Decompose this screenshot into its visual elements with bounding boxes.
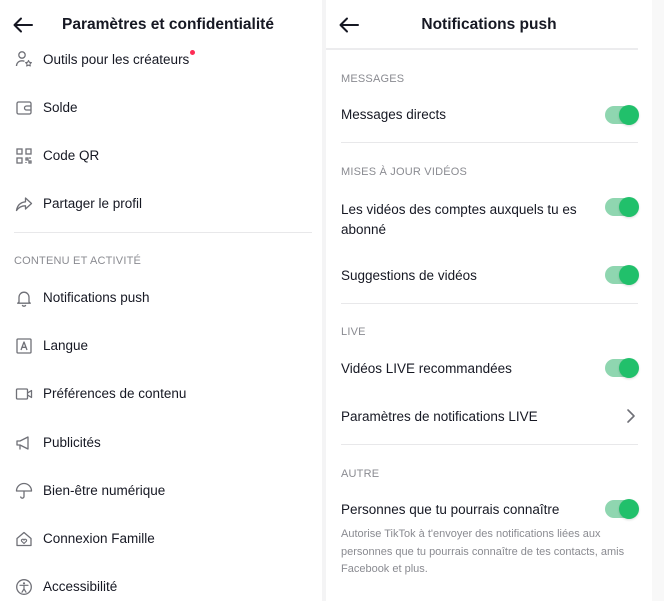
video-camera-icon	[14, 384, 34, 404]
setting-description: Autorise TikTok à t'envoyer des notifica…	[341, 528, 625, 575]
menu-item-label: Notifications push	[43, 290, 150, 305]
menu-item-label: Bien-être numérique	[43, 483, 166, 498]
qr-code-icon	[14, 146, 34, 166]
chevron-right-icon[interactable]	[624, 406, 638, 426]
toggle-knob	[619, 265, 639, 285]
page-title: Notifications push	[421, 15, 557, 33]
divider	[341, 444, 638, 445]
setting-label-video-suggestions: Suggestions de vidéos	[341, 268, 477, 283]
section-header-content-activity: CONTENU ET ACTIVITÉ	[14, 255, 142, 267]
page-title: Paramètres et confidentialité	[62, 15, 274, 33]
menu-item-accessibility[interactable]: Accessibilité	[0, 576, 322, 598]
push-notifications-panel: Notifications push MESSAGES Messages dir…	[326, 0, 652, 601]
menu-item-label: Solde	[43, 100, 78, 115]
back-arrow-icon[interactable]	[336, 12, 362, 38]
live-recommended-toggle[interactable]	[605, 358, 639, 378]
followed-videos-toggle[interactable]	[605, 197, 639, 217]
toggle-knob	[619, 105, 639, 125]
setting-label-direct-messages: Messages directs	[341, 107, 447, 122]
menu-item-qr-code[interactable]: Code QR	[0, 145, 322, 167]
share-icon	[14, 194, 34, 214]
umbrella-icon	[14, 481, 34, 501]
toggle-knob	[619, 197, 639, 217]
setting-label-live-recommended: Vidéos LIVE recommandées	[341, 361, 512, 376]
section-header-video-updates: MISES À JOUR VIDÉOS	[341, 166, 468, 178]
settings-privacy-panel: Paramètres et confidentialité Outils pou…	[0, 0, 322, 601]
notification-dot	[190, 50, 195, 55]
menu-item-label: Partager le profil	[43, 196, 143, 211]
people-you-may-know-toggle[interactable]	[605, 499, 639, 519]
back-arrow-icon[interactable]	[10, 12, 36, 38]
menu-item-label: Outils pour les créateurs	[43, 52, 190, 67]
menu-item-balance[interactable]: Solde	[0, 97, 322, 119]
user-star-icon	[14, 49, 34, 69]
menu-item-push-notifications[interactable]: Notifications push	[0, 287, 322, 309]
section-header-live: LIVE	[341, 326, 366, 338]
menu-item-ads[interactable]: Publicités	[0, 432, 322, 454]
wallet-icon	[14, 98, 34, 118]
menu-item-language[interactable]: Langue	[0, 335, 322, 357]
toggle-knob	[619, 499, 639, 519]
menu-item-digital-wellbeing[interactable]: Bien-être numérique	[0, 480, 322, 502]
menu-item-content-preferences[interactable]: Préférences de contenu	[0, 383, 322, 405]
accessibility-icon	[14, 577, 34, 597]
menu-item-family-pairing[interactable]: Connexion Famille	[0, 528, 322, 550]
menu-item-creator-tools[interactable]: Outils pour les créateurs	[0, 49, 322, 71]
header-divider	[326, 48, 638, 50]
section-header-messages: MESSAGES	[341, 73, 405, 85]
divider	[14, 232, 312, 233]
live-notification-settings-link[interactable]: Paramètres de notifications LIVE	[341, 407, 538, 427]
menu-item-label: Préférences de contenu	[43, 386, 187, 401]
setting-label-people-you-may-know: Personnes que tu pourrais connaître	[341, 502, 560, 517]
language-icon	[14, 336, 34, 356]
divider	[341, 303, 638, 304]
bell-icon	[14, 288, 34, 308]
section-header-other: AUTRE	[341, 468, 380, 480]
menu-item-label: Publicités	[43, 435, 101, 450]
menu-item-label: Code QR	[43, 148, 100, 163]
menu-item-label: Accessibilité	[43, 579, 118, 594]
menu-item-label: Langue	[43, 338, 89, 353]
divider	[341, 142, 638, 143]
settings-header: Paramètres et confidentialité	[0, 0, 322, 49]
menu-item-share-profile[interactable]: Partager le profil	[0, 193, 322, 215]
toggle-knob	[619, 358, 639, 378]
megaphone-icon	[14, 433, 34, 453]
direct-messages-toggle[interactable]	[605, 105, 639, 125]
screen-edge	[652, 0, 664, 601]
menu-item-label: Connexion Famille	[43, 531, 155, 546]
setting-label-followed-videos: Les vidéos des comptes auxquels tu es ab…	[341, 202, 577, 237]
video-suggestions-toggle[interactable]	[605, 265, 639, 285]
push-notifications-header: Notifications push	[326, 0, 652, 49]
family-home-icon	[14, 529, 34, 549]
